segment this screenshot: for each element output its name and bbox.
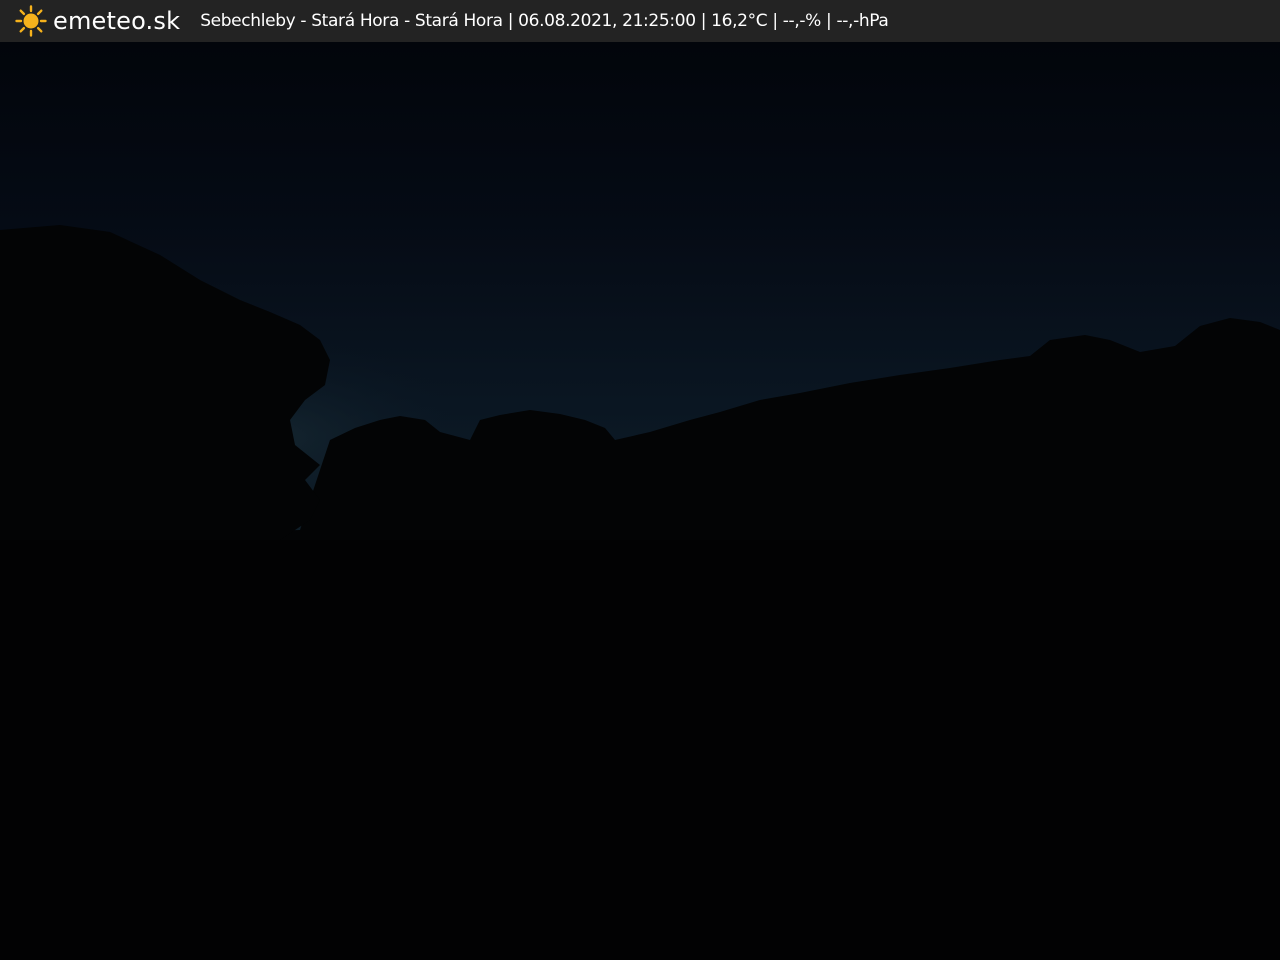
brand[interactable]: emeteo.sk	[14, 0, 180, 42]
foreground-ground	[0, 540, 1280, 960]
sun-icon	[15, 5, 47, 37]
brand-name: emeteo.sk	[53, 7, 181, 35]
station-caption: Sebechleby - Stará Hora - Stará Hora | 0…	[200, 11, 889, 31]
webcam-frame: emeteo.sk Sebechleby - Stará Hora - Star…	[0, 0, 1280, 960]
webcam-header-bar: emeteo.sk Sebechleby - Stará Hora - Star…	[0, 0, 1280, 42]
webcam-image	[0, 42, 1280, 960]
